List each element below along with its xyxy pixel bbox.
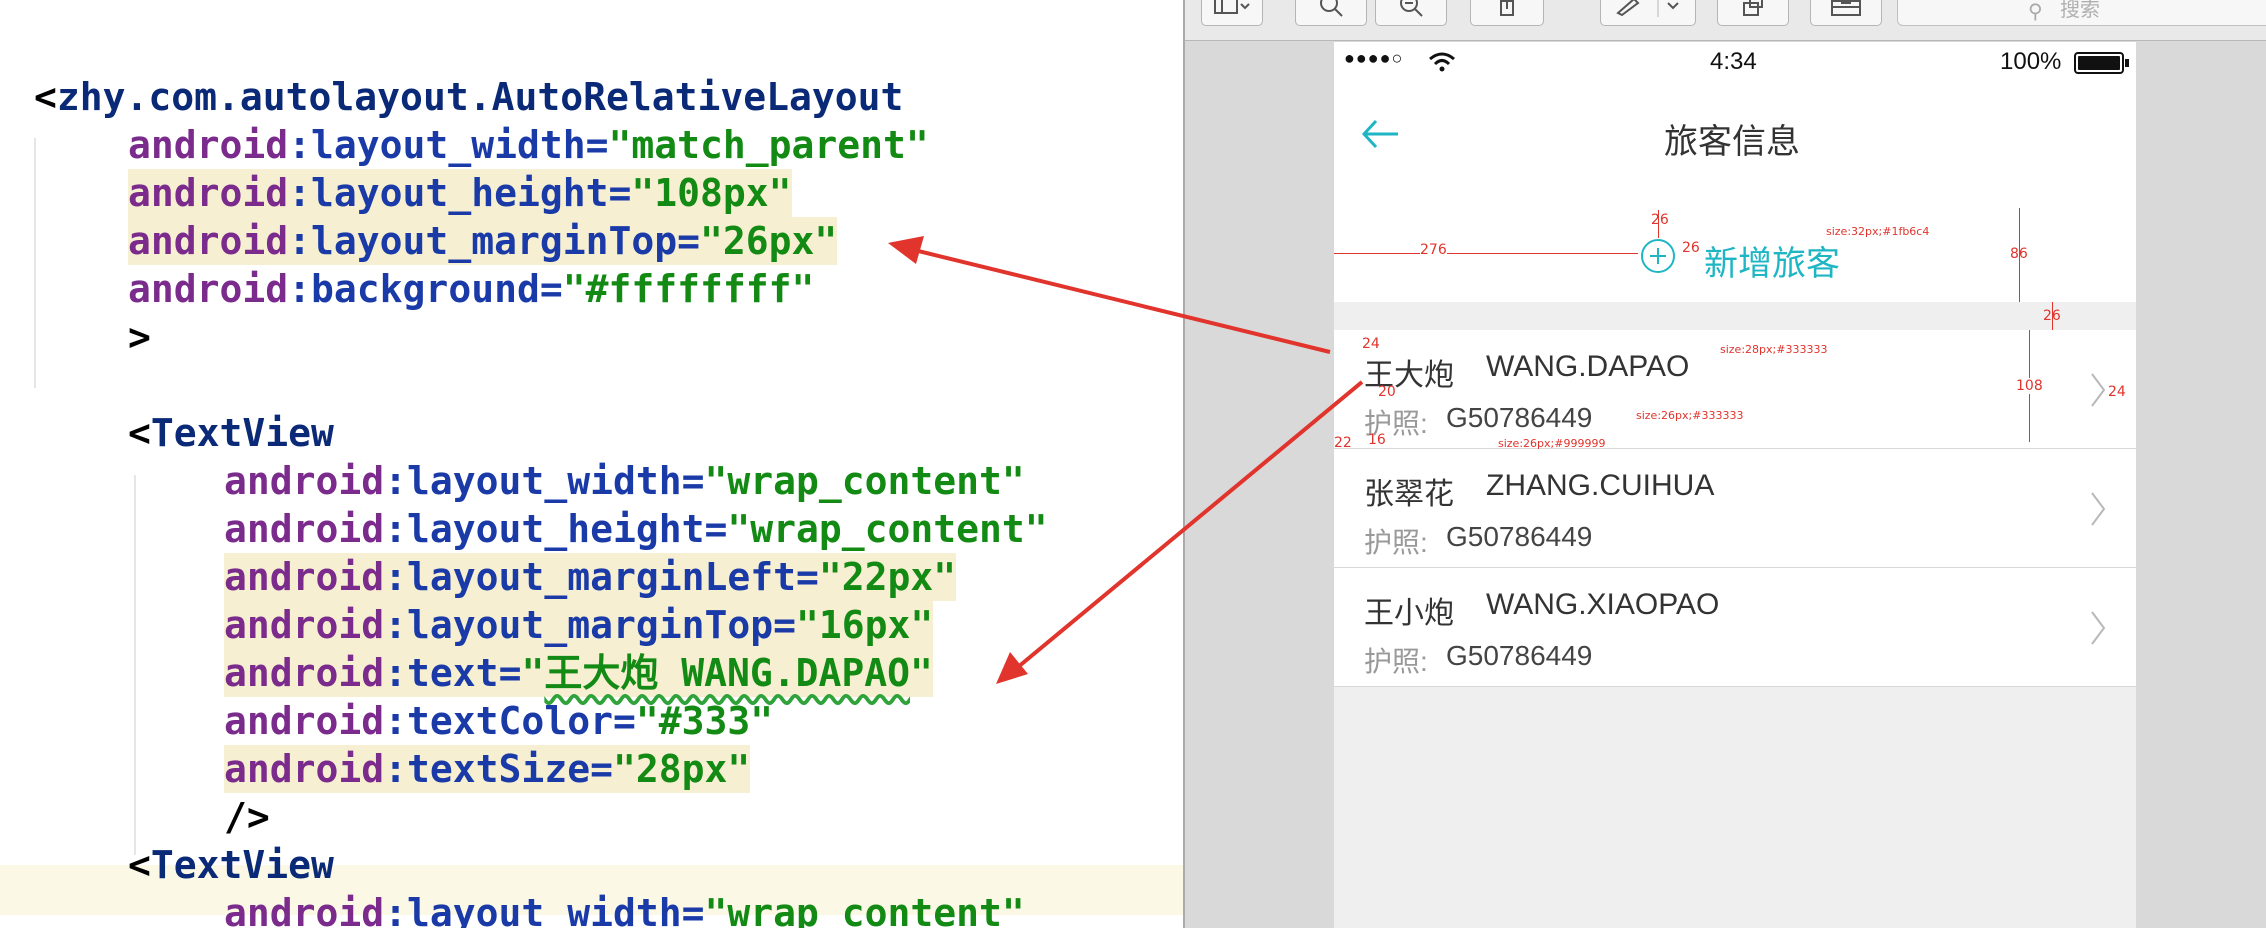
annotation-arrows (888, 236, 1364, 684)
arrow-to-text-attr (996, 380, 1364, 684)
arrow-to-height-attr (888, 236, 1331, 354)
